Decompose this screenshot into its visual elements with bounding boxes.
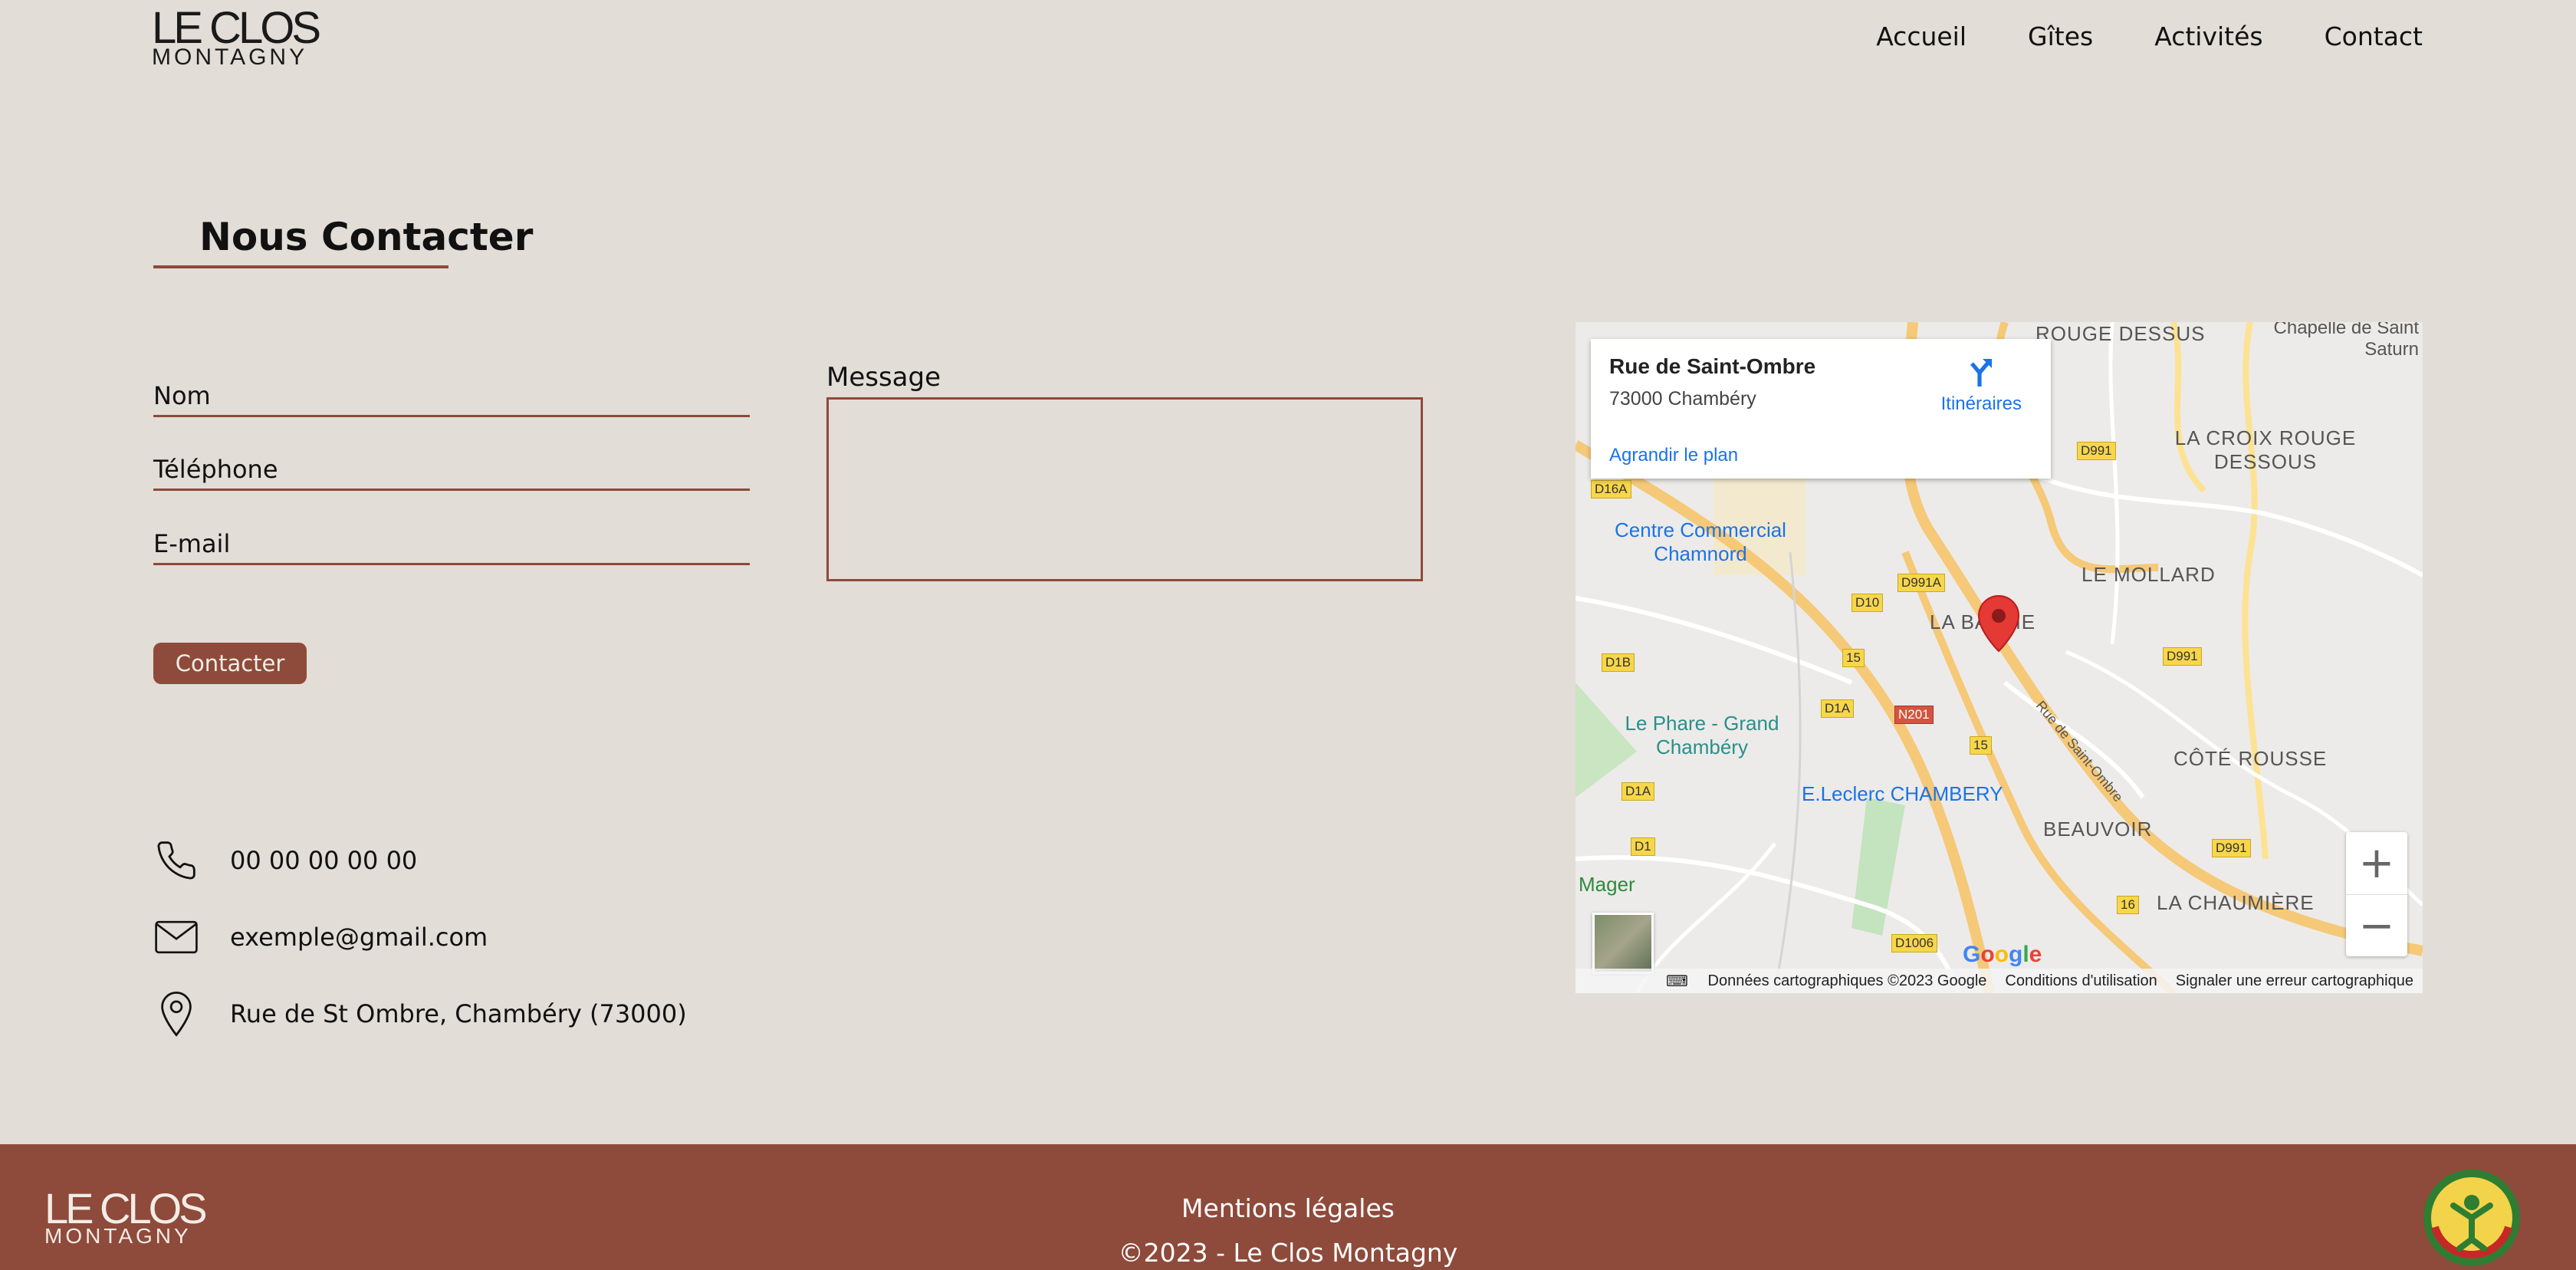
- email-field[interactable]: E-mail: [153, 527, 750, 565]
- road-sign: D1A: [1622, 782, 1655, 801]
- phone-input[interactable]: [153, 452, 750, 489]
- satellite-toggle[interactable]: [1592, 913, 1654, 974]
- page-title: Nous Contacter: [199, 215, 534, 259]
- road-sign: D991: [2077, 442, 2116, 460]
- road-sign: D1: [1631, 837, 1655, 856]
- map-enlarge-link[interactable]: Agrandir le plan: [1609, 445, 1738, 466]
- map-label-chaumiere: LA CHAUMIÈRE: [2157, 891, 2315, 914]
- logo-line2: MONTAGNY: [152, 44, 308, 70]
- map-label-chamnord[interactable]: Centre Commercial Chamnord: [1589, 518, 1812, 566]
- postal-address: Rue de St Ombre, Chambéry (73000): [230, 999, 687, 1028]
- google-map[interactable]: ROUGE DESSUS Chapelle de Saint Saturn LA…: [1576, 322, 2423, 993]
- road-sign: 15: [1970, 736, 1992, 755]
- site-footer: LE CLOS MONTAGNY Mentions légales ©2023 …: [0, 1144, 2576, 1270]
- map-label-beauvoir: BEAUVOIR: [2043, 818, 2153, 841]
- nav-gites[interactable]: Gîtes: [2028, 21, 2093, 51]
- contact-phone: 00 00 00 00 00: [153, 837, 417, 883]
- map-label-mager[interactable]: Mager: [1579, 873, 1635, 897]
- nav-accueil[interactable]: Accueil: [1876, 21, 1967, 51]
- copyright: ©2023 - Le Clos Montagny: [1118, 1238, 1458, 1268]
- mail-icon: [153, 914, 199, 960]
- contact-email: exemple@gmail.com: [153, 914, 488, 960]
- map-label-chapelle: Chapelle de Saint Saturn: [2273, 322, 2419, 360]
- road-sign: 16: [2117, 896, 2139, 914]
- phone-number: 00 00 00 00 00: [230, 846, 418, 875]
- site-logo[interactable]: LE CLOS MONTAGNY: [152, 6, 321, 70]
- title-underline: [153, 265, 449, 268]
- map-label-phare[interactable]: Le Phare - Grand Chambéry: [1598, 712, 1806, 759]
- road-sign: D1006: [1891, 934, 1938, 952]
- road-sign: 15: [1842, 649, 1865, 667]
- keyboard-icon[interactable]: ⌨: [1666, 972, 1688, 991]
- map-info-card: Rue de Saint-Ombre 73000 Chambéry Agrand…: [1591, 339, 2051, 479]
- zoom-out-button[interactable]: −: [2346, 894, 2407, 956]
- directions-icon: [1970, 359, 1993, 387]
- map-directions-button[interactable]: Itinéraires: [1941, 354, 2022, 415]
- map-label-rouge-dessus: ROUGE DESSUS: [2036, 322, 2206, 345]
- map-label-mollard: LE MOLLARD: [2082, 563, 2216, 586]
- map-label-cote-rousse: CÔTÉ ROUSSE: [2174, 747, 2328, 770]
- message-textarea[interactable]: [826, 397, 1423, 581]
- map-zoom-control: + −: [2346, 832, 2407, 956]
- road-sign: D1A: [1821, 699, 1855, 718]
- zoom-in-button[interactable]: +: [2346, 832, 2407, 894]
- directions-label: Itinéraires: [1940, 393, 2022, 414]
- road-sign: N201: [1894, 706, 1934, 724]
- phone-icon: [153, 837, 199, 883]
- map-place-address: 73000 Chambéry: [1609, 388, 1756, 410]
- name-input[interactable]: [153, 379, 750, 415]
- email-address: exemple@gmail.com: [230, 923, 488, 952]
- name-field[interactable]: Nom: [153, 379, 750, 417]
- road-sign: D991: [2212, 839, 2251, 857]
- message-label: Message: [826, 362, 941, 393]
- map-data-attribution: Données cartographiques ©2023 Google: [1707, 972, 1987, 989]
- map-marker-icon[interactable]: [1977, 594, 2020, 656]
- contact-submit-button[interactable]: Contacter: [153, 643, 307, 684]
- google-logo: Google: [1963, 942, 2042, 967]
- road-sign: D991: [2163, 647, 2202, 666]
- map-place-title: Rue de Saint-Ombre: [1609, 354, 1816, 378]
- main-nav: Accueil Gîtes Activités Contact: [1876, 21, 2423, 51]
- gites-de-france-badge-icon: [2423, 1169, 2521, 1267]
- legal-notice-link[interactable]: Mentions légales: [0, 1193, 2576, 1223]
- road-sign: D991A: [1898, 574, 1945, 592]
- map-terms-link[interactable]: Conditions d'utilisation: [2005, 972, 2157, 990]
- email-input[interactable]: [153, 527, 750, 563]
- map-label-croix-rouge: LA CROIX ROUGE DESSOUS: [2174, 426, 2357, 473]
- location-pin-icon: [153, 991, 199, 1037]
- road-sign: D16A: [1591, 480, 1631, 498]
- phone-field[interactable]: Téléphone: [153, 452, 750, 491]
- road-sign: D1B: [1602, 653, 1635, 672]
- road-sign: D10: [1852, 594, 1884, 612]
- nav-contact[interactable]: Contact: [2325, 21, 2423, 51]
- map-report-link[interactable]: Signaler une erreur cartographique: [2176, 972, 2413, 990]
- map-attribution-bar: ⌨ Données cartographiques ©2023 Google C…: [1576, 969, 2423, 993]
- nav-activites[interactable]: Activités: [2154, 21, 2262, 51]
- map-label-leclerc[interactable]: E.Leclerc CHAMBERY: [1802, 782, 2003, 806]
- contact-address: Rue de St Ombre, Chambéry (73000): [153, 991, 687, 1037]
